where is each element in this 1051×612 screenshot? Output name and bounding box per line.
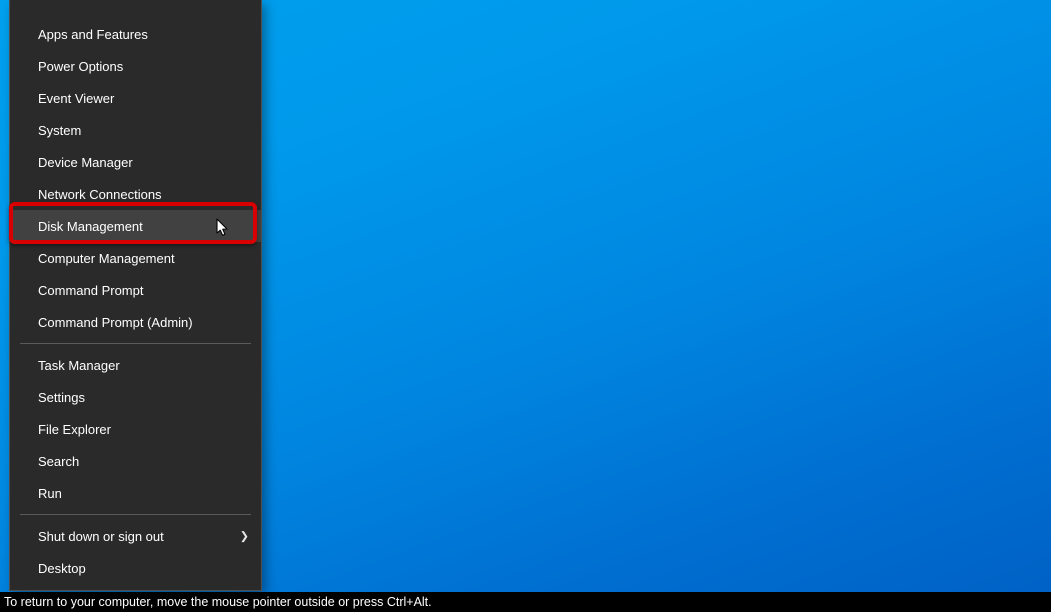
menu-separator xyxy=(20,343,251,344)
menu-item-file-explorer[interactable]: File Explorer xyxy=(10,413,261,445)
menu-item-label: Apps and Features xyxy=(38,27,148,42)
menu-item-power-options[interactable]: Power Options xyxy=(10,50,261,82)
menu-item-label: Settings xyxy=(38,390,85,405)
menu-item-system[interactable]: System xyxy=(10,114,261,146)
menu-item-label: Device Manager xyxy=(38,155,133,170)
menu-item-computer-management[interactable]: Computer Management xyxy=(10,242,261,274)
menu-separator xyxy=(20,514,251,515)
menu-item-label: Run xyxy=(38,486,62,501)
menu-item-label: File Explorer xyxy=(38,422,111,437)
menu-item-apps-features[interactable]: Apps and Features xyxy=(10,18,261,50)
menu-item-label: Network Connections xyxy=(38,187,162,202)
menu-item-event-viewer[interactable]: Event Viewer xyxy=(10,82,261,114)
menu-item-label: Computer Management xyxy=(38,251,175,266)
vm-hint-bar: To return to your computer, move the mou… xyxy=(0,592,1051,612)
menu-item-disk-management[interactable]: Disk Management xyxy=(10,210,261,242)
menu-item-shut-down-sign-out[interactable]: Shut down or sign out ❯ xyxy=(10,520,261,552)
menu-item-desktop[interactable]: Desktop xyxy=(10,552,261,584)
winx-context-menu[interactable]: Apps and Features Power Options Event View… xyxy=(9,0,262,591)
menu-item-search[interactable]: Search xyxy=(10,445,261,477)
vm-hint-text: To return to your computer, move the mou… xyxy=(4,595,432,609)
menu-item-task-manager[interactable]: Task Manager xyxy=(10,349,261,381)
menu-item-label: Desktop xyxy=(38,561,86,576)
menu-item-label: Disk Management xyxy=(38,219,143,234)
menu-item-command-prompt[interactable]: Command Prompt xyxy=(10,274,261,306)
menu-item-label: Event Viewer xyxy=(38,91,114,106)
menu-item-label: Shut down or sign out xyxy=(38,529,164,544)
menu-item-device-manager[interactable]: Device Manager xyxy=(10,146,261,178)
menu-item-label: Power Options xyxy=(38,59,123,74)
menu-item-network-connections[interactable]: Network Connections xyxy=(10,178,261,210)
menu-item-command-prompt-admin[interactable]: Command Prompt (Admin) xyxy=(10,306,261,338)
menu-item-label: Command Prompt (Admin) xyxy=(38,315,193,330)
menu-item-label: System xyxy=(38,123,81,138)
chevron-right-icon: ❯ xyxy=(240,530,249,543)
menu-item-settings[interactable]: Settings xyxy=(10,381,261,413)
menu-item-label: Search xyxy=(38,454,79,469)
menu-item-run[interactable]: Run xyxy=(10,477,261,509)
menu-item-label: Task Manager xyxy=(38,358,120,373)
menu-item-label: Command Prompt xyxy=(38,283,143,298)
